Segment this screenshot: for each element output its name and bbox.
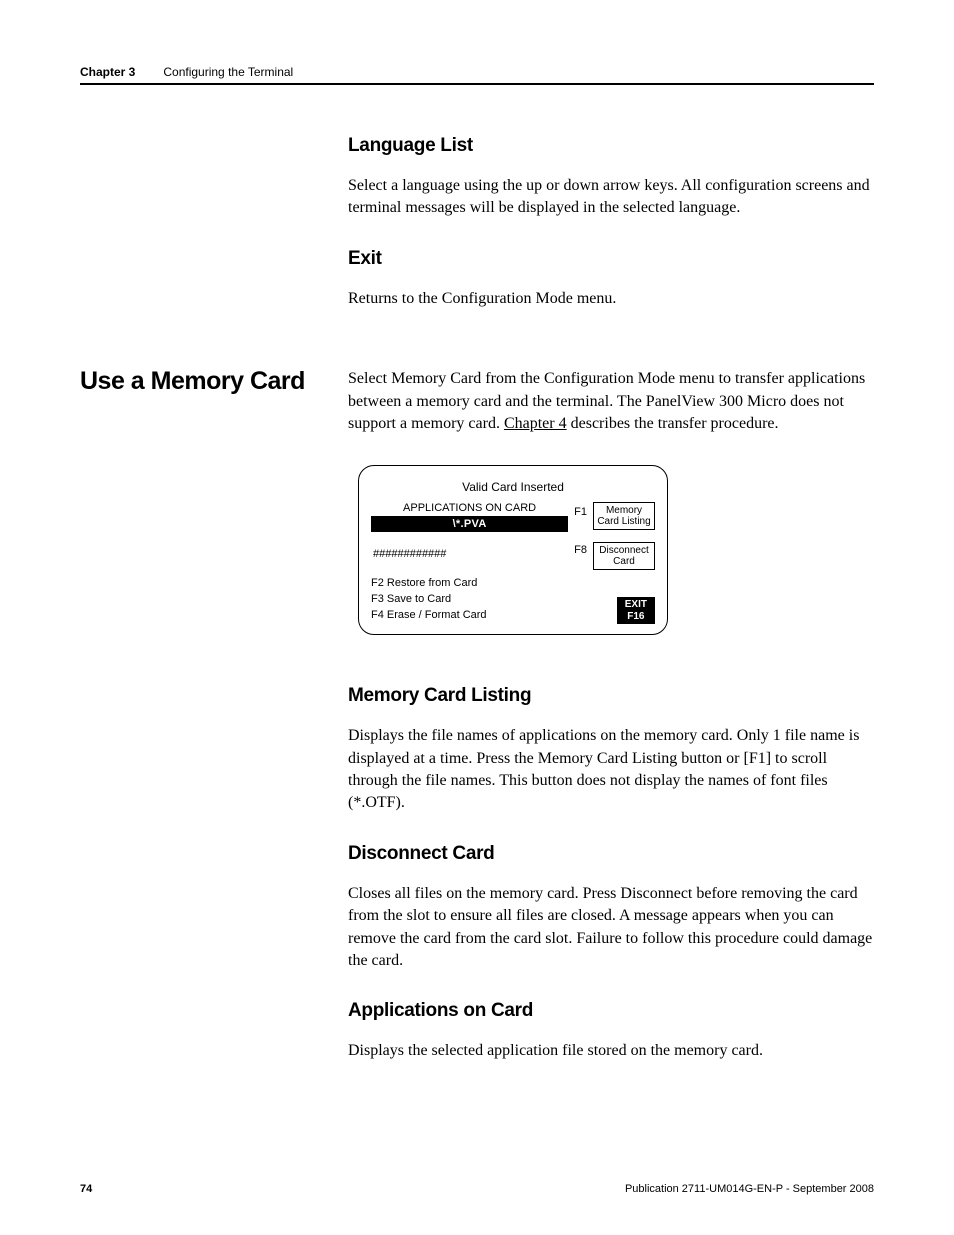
paragraph-memory-card-intro: Select Memory Card from the Configuratio…	[348, 368, 874, 435]
section-title-memory-card: Use a Memory Card	[80, 368, 348, 396]
screen-status: Valid Card Inserted	[371, 480, 655, 494]
paragraph-memory-card-listing: Displays the file names of applications …	[348, 725, 874, 815]
publication-info: Publication 2711-UM014G-EN-P - September…	[625, 1183, 874, 1195]
screen-apps-header: APPLICATIONS ON CARD	[371, 502, 568, 514]
screen-f3-option: F3 Save to Card	[371, 592, 487, 608]
screen-exit-label: EXIT	[625, 599, 647, 611]
screen-f4-option: F4 Erase / Format Card	[371, 608, 487, 624]
heading-disconnect-card: Disconnect Card	[348, 843, 874, 865]
page-footer: 74 Publication 2711-UM014G-EN-P - Septem…	[80, 1183, 874, 1195]
intro-text-b: describes the transfer procedure.	[567, 415, 779, 432]
heading-applications-on-card: Applications on Card	[348, 1000, 874, 1022]
page-header: Chapter 3 Configuring the Terminal	[80, 65, 874, 85]
screen-disconnect-card-button: Disconnect Card	[593, 542, 655, 570]
heading-language-list: Language List	[348, 135, 874, 157]
screen-f1-label: F1	[574, 506, 587, 518]
heading-memory-card-listing: Memory Card Listing	[348, 685, 874, 707]
paragraph-language-list: Select a language using the up or down a…	[348, 175, 874, 220]
chapter-label: Chapter 3	[80, 65, 135, 79]
terminal-screen-illustration: Valid Card Inserted APPLICATIONS ON CARD…	[358, 465, 668, 635]
screen-apps-bar: \*.PVA	[371, 516, 568, 532]
paragraph-applications-on-card: Displays the selected application file s…	[348, 1040, 874, 1062]
paragraph-disconnect-card: Closes all files on the memory card. Pre…	[348, 883, 874, 973]
screen-exit-button: EXIT F16	[617, 597, 655, 624]
screen-apps-hash: ############	[373, 548, 568, 560]
screen-exit-f16: F16	[625, 611, 647, 623]
page-number: 74	[80, 1183, 92, 1195]
chapter-title: Configuring the Terminal	[163, 65, 293, 79]
screen-memory-card-listing-button: Memory Card Listing	[593, 502, 655, 530]
paragraph-exit: Returns to the Configuration Mode menu.	[348, 288, 874, 310]
heading-exit: Exit	[348, 248, 874, 270]
screen-f8-label: F8	[574, 544, 587, 556]
screen-f2-option: F2 Restore from Card	[371, 576, 487, 592]
chapter-4-link[interactable]: Chapter 4	[504, 415, 567, 432]
screen-f-options: F2 Restore from Card F3 Save to Card F4 …	[371, 576, 487, 624]
